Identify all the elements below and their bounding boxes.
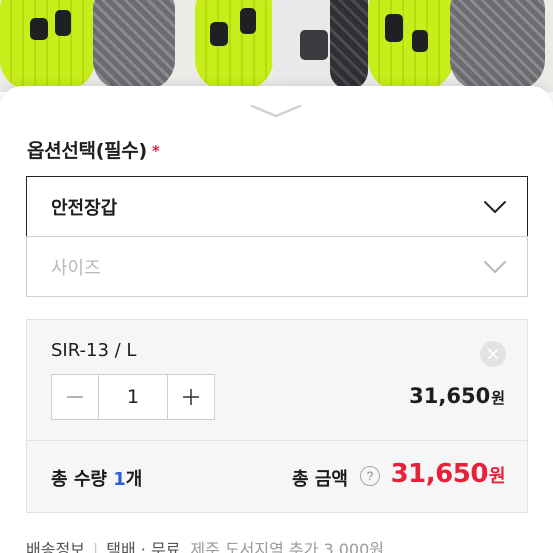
total-price-value: 31,650 (390, 459, 489, 489)
shipping-info: 배송정보 | 택배 · 무료 제주,도서지역 추가 3,000원 (26, 536, 384, 553)
size-select[interactable]: 사이즈 (26, 236, 528, 297)
total-qty-value: 1 (113, 469, 126, 490)
total-price: 31,650원 (390, 459, 506, 489)
glove-image (450, 0, 545, 90)
shipping-separator: | (92, 540, 99, 553)
item-name: SIR-13 / L (51, 340, 137, 361)
quantity-value[interactable]: 1 (99, 375, 167, 419)
remove-item-button[interactable] (480, 341, 506, 367)
glove-image (93, 0, 175, 90)
shipping-label: 배송정보 (26, 540, 85, 553)
chevron-down-icon (484, 200, 506, 213)
close-icon (488, 349, 498, 359)
quantity-stepper: 1 (51, 374, 215, 420)
glove-image (0, 0, 95, 90)
selected-item: SIR-13 / L 1 31,650원 (26, 319, 528, 441)
option-section-title: 옵션선택(필수) * (27, 136, 160, 163)
help-icon[interactable]: ? (360, 466, 380, 486)
shipping-method: 택배 · 무료 (106, 540, 181, 553)
increase-quantity-button[interactable] (167, 375, 214, 419)
item-price: 31,650원 (409, 384, 505, 408)
order-total: 총 수량 1개 총 금액 ? 31,650원 (26, 440, 528, 513)
item-price-unit: 원 (491, 389, 505, 407)
collapse-chevron-icon[interactable] (248, 102, 304, 120)
decrease-quantity-button[interactable] (52, 375, 99, 419)
product-select[interactable]: 안전장갑 (26, 176, 528, 237)
glove-image (368, 0, 453, 90)
glove-image (195, 0, 273, 90)
total-qty-unit: 개 (125, 469, 143, 490)
total-quantity: 총 수량 1개 (51, 465, 142, 491)
total-qty-prefix: 총 수량 (51, 469, 114, 490)
shipping-note: 제주,도서지역 추가 3,000원 (190, 540, 384, 553)
plus-icon (183, 389, 199, 405)
minus-icon (67, 396, 83, 398)
total-amount-label: 총 금액 (292, 469, 348, 490)
required-mark: * (151, 142, 160, 160)
chevron-down-icon (484, 260, 506, 273)
product-select-value: 안전장갑 (51, 197, 118, 219)
option-title-text: 옵션선택(필수) (27, 140, 147, 162)
glove-image (330, 0, 368, 90)
item-price-value: 31,650 (409, 384, 491, 408)
size-select-placeholder: 사이즈 (51, 257, 101, 279)
product-image-strip (0, 0, 553, 92)
total-price-unit: 원 (488, 466, 506, 487)
